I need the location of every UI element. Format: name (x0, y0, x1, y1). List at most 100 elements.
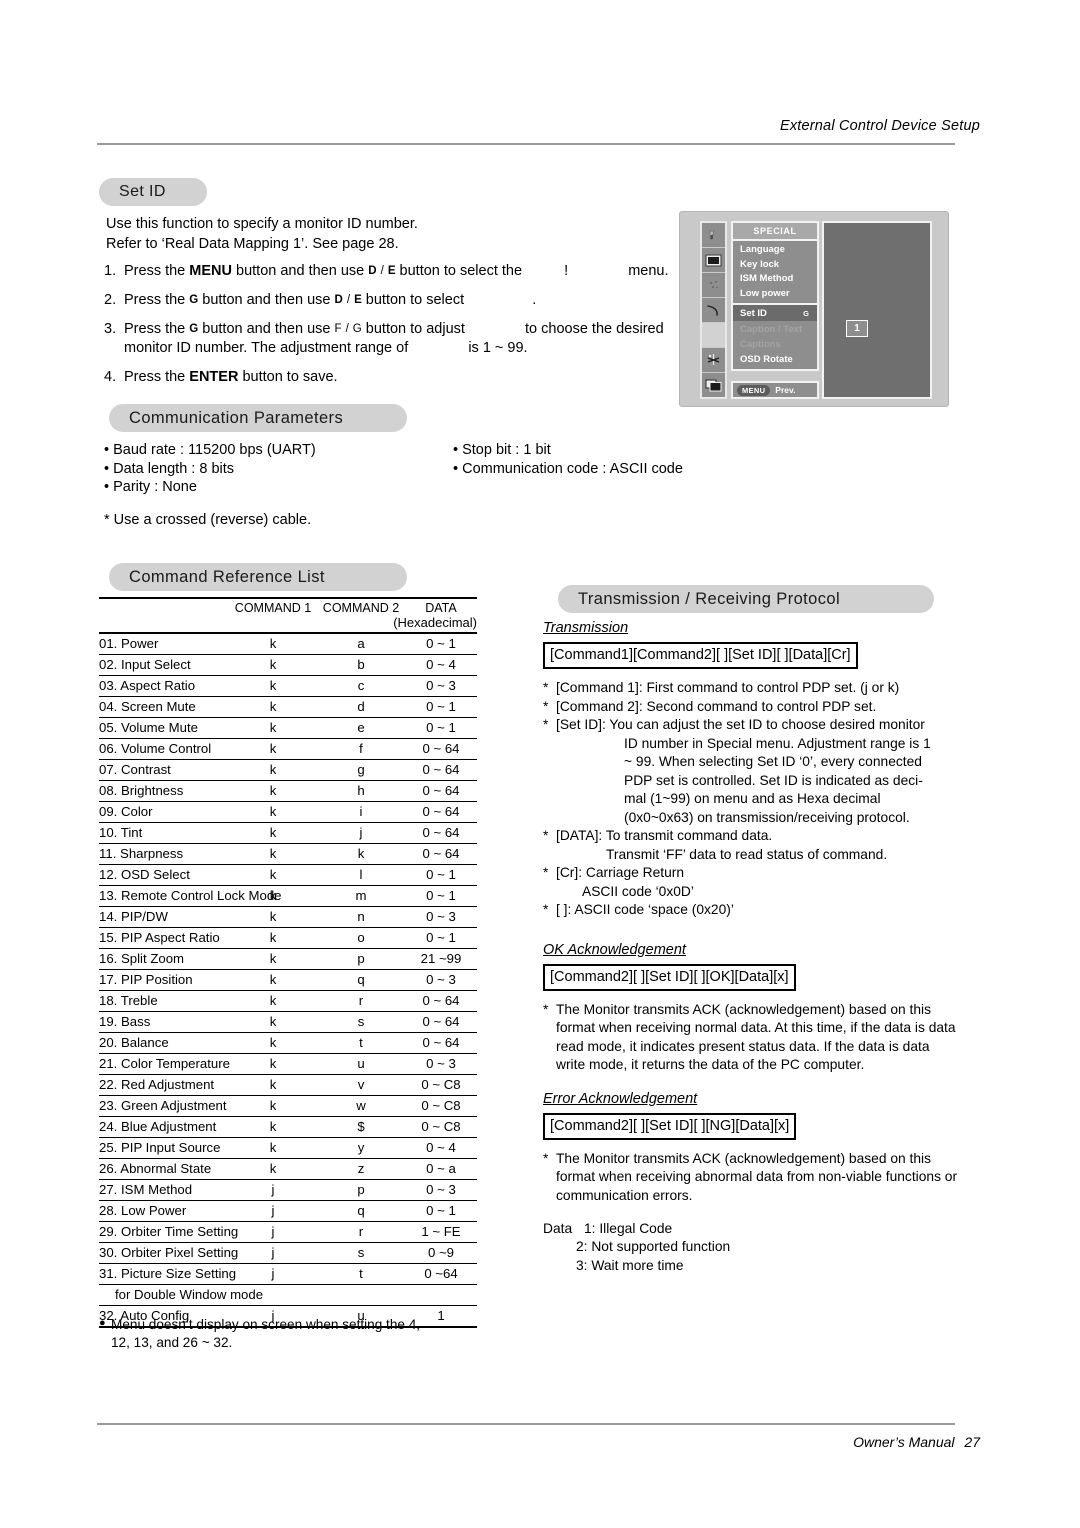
table-cell-command-2: n (357, 909, 365, 924)
table-cell-command-2: m (355, 888, 367, 903)
table-cell-name: 11. Sharpness (99, 846, 184, 861)
step-4-text-a: Press the (124, 369, 186, 385)
table-row: 12. OSD Select k l 0 ~ 1 (99, 865, 477, 886)
table-cell-data: 0 ~ 64 (422, 846, 460, 861)
table-cell-command-2: y (357, 1140, 365, 1155)
table-cell-command-2: t (359, 1266, 363, 1281)
table-row: 17. PIP Position k q 0 ~ 3 (99, 970, 477, 991)
osd-item-key-lock[interactable]: Key lock (740, 258, 817, 273)
table-cell-command-2 (327, 1297, 409, 1299)
communication-params-left: • Baud rate : 115200 bps (UART) • Data l… (104, 441, 316, 497)
table-cell-name: 05. Volume Mute (99, 720, 198, 735)
right-arrow-glyph-4: G (352, 323, 362, 335)
slash-separator: / (380, 265, 384, 277)
transmission-note-space-text: [ ]: ASCII code ‘space (0x20)’ (556, 902, 734, 917)
error-data-codes: Data 1: Illegal Code 2: Not supported fu… (543, 1220, 958, 1276)
table-row: 20. Balance k t 0 ~ 64 (99, 1033, 477, 1054)
table-row: 13. Remote Control Lock Mode k m 0 ~ 1 (99, 886, 477, 907)
table-cell-command-1: k (269, 1140, 277, 1155)
transmission-note-command2-text: [Command 2]: Second command to control P… (556, 698, 877, 714)
osd-set-id-value[interactable]: 1 (846, 320, 868, 337)
table-cell-command-1: j (271, 1266, 275, 1281)
up-arrow-glyph: E (387, 265, 396, 277)
table-cell-command-1: k (269, 909, 277, 924)
osd-item-language[interactable]: Language (740, 243, 817, 258)
table-header-command-2: COMMAND 2 (322, 601, 400, 615)
table-cell-data: 0 ~ 1 (426, 867, 456, 882)
note-line-2: 12, 13, and 26 ~ 32. (111, 1335, 233, 1350)
table-cell-name: for Double Window mode (115, 1287, 264, 1302)
table-row: 26. Abnormal State k z 0 ~ a (99, 1159, 477, 1180)
spacer-ok-ack (543, 920, 958, 942)
table-row: 27. ISM Method j p 0 ~ 3 (99, 1180, 477, 1201)
table-cell-command-2: e (357, 720, 365, 735)
error-data-value-3: 3: Wait more time (576, 1257, 684, 1273)
table-cell-command-1: k (269, 678, 277, 693)
running-head: External Control Device Setup (779, 118, 980, 134)
table-row: 29. Orbiter Time Setting j r 1 ~ FE (99, 1222, 477, 1243)
screen-icon (702, 248, 725, 273)
table-cell-command-2: i (359, 804, 363, 819)
error-data-value-1: 1: Illegal Code (584, 1220, 673, 1236)
table-row: 21. Color Temperature k u 0 ~ 3 (99, 1054, 477, 1075)
transmission-note-space: * [ ]: ASCII code ‘space (0x20)’ (543, 901, 958, 920)
table-header-spacer (99, 615, 393, 630)
table-row: 06. Volume Control k f 0 ~ 64 (99, 739, 477, 760)
param-parity: • Parity : None (104, 479, 197, 496)
star-bullet-icon-8: * (543, 1150, 549, 1166)
table-cell-command-2: g (357, 762, 365, 777)
table-cell-command-1: k (269, 720, 277, 735)
osd-menu-column: SPECIAL Language Key lock ISM Method Low… (731, 221, 819, 399)
table-row: 05. Volume Mute k e 0 ~ 1 (99, 718, 477, 739)
step-4: 4. Press the ENTER button to save. (104, 368, 679, 387)
osd-item-osd-rotate[interactable]: OSD Rotate (740, 353, 817, 368)
transmission-note-command1: * [Command 1]: First command to control … (543, 679, 958, 698)
osd-item-set-id-selected[interactable]: Set ID G (731, 305, 819, 322)
table-cell-command-1: k (269, 972, 277, 987)
table-cell-data: 0 ~ 64 (422, 1014, 460, 1029)
table-cell-data: 0 ~ 64 (422, 783, 460, 798)
table-cell-command-2: c (357, 678, 365, 693)
osd-item-low-power[interactable]: Low power (740, 287, 817, 302)
slash-separator-3: / (345, 323, 349, 335)
table-cell-command-2: u (357, 1056, 365, 1071)
osd-menu-button[interactable]: MENU (737, 384, 771, 396)
footer-page-number: 27 (964, 1434, 980, 1450)
table-header-command-1: COMMAND 1 (234, 601, 312, 615)
table-row: 11. Sharpness k k 0 ~ 64 (99, 844, 477, 865)
osd-item-ism-method[interactable]: ISM Method (740, 272, 817, 287)
down-arrow-glyph-2: D (334, 294, 343, 306)
step-3-line-2: monitor ID number. The adjustment range … (124, 339, 679, 358)
table-cell-data: 0 ~ 3 (426, 1056, 456, 1071)
table-cell-data: 0 ~ 3 (426, 972, 456, 987)
step-4-text-b: button to save. (242, 369, 338, 385)
star-bullet-icon-2: * (543, 698, 549, 714)
table-cell-data: 0 ~ 3 (426, 909, 456, 924)
step-3-text-b: button and then use (202, 321, 331, 337)
star-bullet-icon: * (543, 680, 549, 695)
note-body: Menu doesn’t display on screen when sett… (99, 1316, 499, 1352)
step-3-line2-a: monitor ID number. The adjustment range … (124, 340, 409, 356)
ok-acknowledgement-paragraph: * The Monitor transmits ACK (acknowledge… (543, 1001, 958, 1075)
table-row: 25. PIP Input Source k y 0 ~ 4 (99, 1138, 477, 1159)
picture-icon (702, 223, 725, 248)
osd-item-captions: Captions (740, 338, 781, 350)
transmission-format-box: [Command1][Command2][ ][Set ID][ ][Data]… (543, 642, 858, 669)
table-cell-command-1: k (269, 1098, 277, 1113)
table-cell-command-2: z (357, 1161, 365, 1176)
note-bullet-icon: ● (99, 1317, 106, 1329)
table-cell-data: 0 ~ 3 (426, 678, 456, 693)
table-cell-command-1: j (271, 1224, 275, 1239)
table-cell-command-1: k (269, 741, 277, 756)
arrange-icon (702, 348, 725, 373)
communication-cable-note: * Use a crossed (reverse) cable. (104, 512, 312, 528)
table-cell-data (410, 1297, 477, 1299)
param-stop-bit: • Stop bit : 1 bit (453, 442, 551, 458)
set-id-intro: Use this function to specify a monitor I… (106, 214, 666, 254)
setid-detail-line-4: mal (1~99) on menu and as Hexa decimal (624, 791, 881, 806)
table-cell-command-1: j (271, 1203, 275, 1218)
set-id-intro-line-1: Use this function to specify a monitor I… (106, 216, 418, 232)
table-cell-data: 0 ~ 3 (426, 1182, 456, 1197)
setid-detail-line-3: PDP set is controlled. Set ID is indicat… (624, 772, 923, 788)
table-cell-command-1: k (269, 888, 277, 903)
